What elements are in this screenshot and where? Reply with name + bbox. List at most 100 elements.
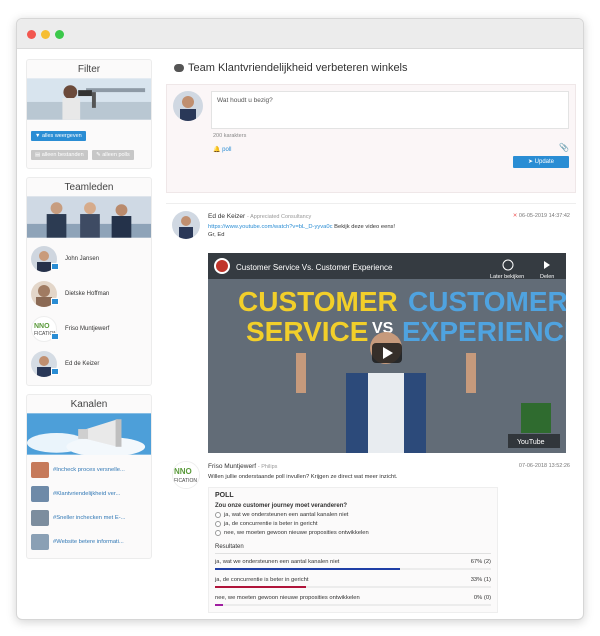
verified-icon xyxy=(51,368,59,375)
team-member[interactable]: Ed de Keizer xyxy=(27,346,151,381)
channel-thumbnail xyxy=(31,510,49,526)
author-company: - Philips xyxy=(257,464,278,470)
chat-icon xyxy=(174,64,184,72)
channel-item[interactable]: #Klantvriendelijkheid ver... xyxy=(27,482,151,506)
result-label: nee, we moeten gewoon nieuwe proposities… xyxy=(215,595,360,601)
member-name: Dietske Hoffman xyxy=(65,290,110,297)
post-date-text: 06-05-2019 14:37:42 xyxy=(518,213,570,219)
team-member[interactable]: John Jansen xyxy=(27,241,151,276)
result-bar xyxy=(215,586,307,588)
filter-files-button[interactable]: ▤ alleen bestanden xyxy=(31,150,88,160)
results-list: ja, wat we ondersteunen een aantal kanal… xyxy=(215,559,491,608)
main-content: Team Klantvriendelijkheid verbeteren win… xyxy=(166,59,576,613)
poll-option[interactable]: ja, wat we ondersteunen een aantal kanal… xyxy=(215,512,491,518)
result-label: ja, de concurrentie is beter in gericht xyxy=(215,577,309,583)
poll-option-label: ja, wat we ondersteunen een aantal kanal… xyxy=(224,512,349,518)
avatar xyxy=(173,91,203,121)
result-value: 33% (1) xyxy=(470,577,491,583)
status-input[interactable]: Wat houdt u bezig? xyxy=(211,91,569,129)
radio-button[interactable] xyxy=(215,521,221,527)
author-company: - Appreciated Consultancy xyxy=(247,214,312,220)
author-name[interactable]: Friso Muntjewerf xyxy=(208,463,256,470)
result-bar-track xyxy=(215,586,491,588)
verified-icon xyxy=(51,298,59,305)
channel-item[interactable]: #Website betere informati... xyxy=(27,530,151,554)
attach-icon[interactable]: 📎 xyxy=(559,143,569,152)
post-date: 07-06-2018 13:52:26 xyxy=(518,463,570,469)
delete-icon[interactable]: ✕ xyxy=(513,213,518,219)
filter-all-button[interactable]: ▼ alles weergeven xyxy=(31,131,86,141)
char-count: 200 karakters xyxy=(213,133,247,139)
post-author: Ed de Keizer - Appreciated Consultancy xyxy=(208,213,311,220)
poll-question: Zou onze customer journey moet verandere… xyxy=(215,503,348,509)
filter-polls-button[interactable]: ✎ alleen polls xyxy=(92,150,134,160)
filter-polls-label: alleen polls xyxy=(102,152,130,158)
channel-thumbnail xyxy=(31,462,49,478)
post-author: Friso Muntjewerf - Philips xyxy=(208,463,277,470)
youtube-label: YouTube xyxy=(517,439,545,446)
video-title: Customer Service Vs. Customer Experience xyxy=(236,263,393,272)
channel-label: #Klantvriendelijkheid ver... xyxy=(53,491,121,497)
team-member[interactable]: NNO FICATION Friso Muntjewerf xyxy=(27,311,151,346)
result-row: nee, we moeten gewoon nieuwe proposities… xyxy=(215,595,491,608)
page-title: Team Klantvriendelijkheid verbeteren win… xyxy=(174,59,576,77)
team-member-list: John Jansen Dietske Hoffman NNO FICATION … xyxy=(27,238,151,385)
right-word-1: CUSTOMER xyxy=(408,286,566,317)
share-label: Delen xyxy=(540,274,554,280)
poll-link-label: poll xyxy=(222,147,232,153)
channel-thumbnail xyxy=(31,534,49,550)
maximize-window-button[interactable] xyxy=(55,30,64,39)
update-button[interactable]: ➤ Update xyxy=(513,156,569,168)
member-name: Ed de Keizer xyxy=(65,360,100,367)
svg-text:NNO: NNO xyxy=(34,323,50,330)
result-value: 0% (0) xyxy=(473,595,491,601)
result-row: ja, de concurrentie is beter in gericht 3… xyxy=(215,577,491,590)
radio-button[interactable] xyxy=(215,512,221,518)
post-composer: Wat houdt u bezig? 200 karakters 🔔 poll … xyxy=(166,84,576,193)
left-word-2: SERVICE xyxy=(246,316,368,347)
svg-text:NNO: NNO xyxy=(174,467,192,476)
video-player[interactable]: Customer Service Vs. Customer Experience… xyxy=(208,253,566,453)
close-window-button[interactable] xyxy=(27,30,36,39)
result-bar xyxy=(215,604,224,606)
radio-button[interactable] xyxy=(215,530,221,536)
post-body: Bekijk deze video eens! xyxy=(332,224,396,230)
post-text: Willen jullie onderstaande poll invullen… xyxy=(208,474,398,480)
update-button-label: Update xyxy=(534,159,555,165)
channel-item[interactable]: #Sneller inchecken met E-... xyxy=(27,506,151,530)
team-member[interactable]: Dietske Hoffman xyxy=(27,276,151,311)
svg-text:FICATION: FICATION xyxy=(174,478,197,484)
page-title-text: Team Klantvriendelijkheid verbeteren win… xyxy=(188,62,408,74)
verified-icon xyxy=(51,333,59,340)
filter-image xyxy=(27,78,151,120)
minimize-window-button[interactable] xyxy=(41,30,50,39)
divider xyxy=(166,203,576,204)
sidebar: Filter ▼ alles weergeven ▤ alleen bestan… xyxy=(26,59,152,567)
team-title: Teamleden xyxy=(64,182,114,193)
poll-heading: POLL xyxy=(215,492,234,499)
video-link[interactable]: https://www.youtube.com/watch?v=bL_D-yyv… xyxy=(208,224,333,230)
channel-item[interactable]: #Incheck proces versnelle... xyxy=(27,458,151,482)
post-signature: Gr, Ed xyxy=(208,232,225,238)
add-poll-link[interactable]: 🔔 poll xyxy=(213,146,231,153)
member-name: Friso Muntjewerf xyxy=(65,325,110,332)
team-image xyxy=(27,196,151,238)
poll-option[interactable]: nee, we moeten gewoon nieuwe proposities… xyxy=(215,530,491,536)
avatar: NNO FICATION xyxy=(172,461,200,489)
verified-icon xyxy=(51,263,59,270)
result-bar-track xyxy=(215,568,491,570)
member-name: John Jansen xyxy=(65,255,100,262)
poll-option[interactable]: ja, de concurrentie is beter in gericht xyxy=(215,521,491,527)
channels-image xyxy=(27,413,151,455)
team-panel: Teamleden John Jansen Dietske Hoffman NN… xyxy=(26,177,152,386)
results-heading: Resultaten xyxy=(215,544,491,554)
channel-thumbnail xyxy=(31,486,49,502)
title-bar xyxy=(17,19,583,49)
channels-panel: Kanalen #Incheck proces versnelle... #Kl… xyxy=(26,394,152,559)
author-name[interactable]: Ed de Keizer xyxy=(208,213,245,220)
browser-window: Filter ▼ alles weergeven ▤ alleen bestan… xyxy=(16,18,584,620)
result-value: 67% (2) xyxy=(470,559,491,565)
result-bar xyxy=(215,568,400,570)
result-label: ja, wat we ondersteunen een aantal kanal… xyxy=(215,559,340,565)
avatar xyxy=(172,211,200,239)
